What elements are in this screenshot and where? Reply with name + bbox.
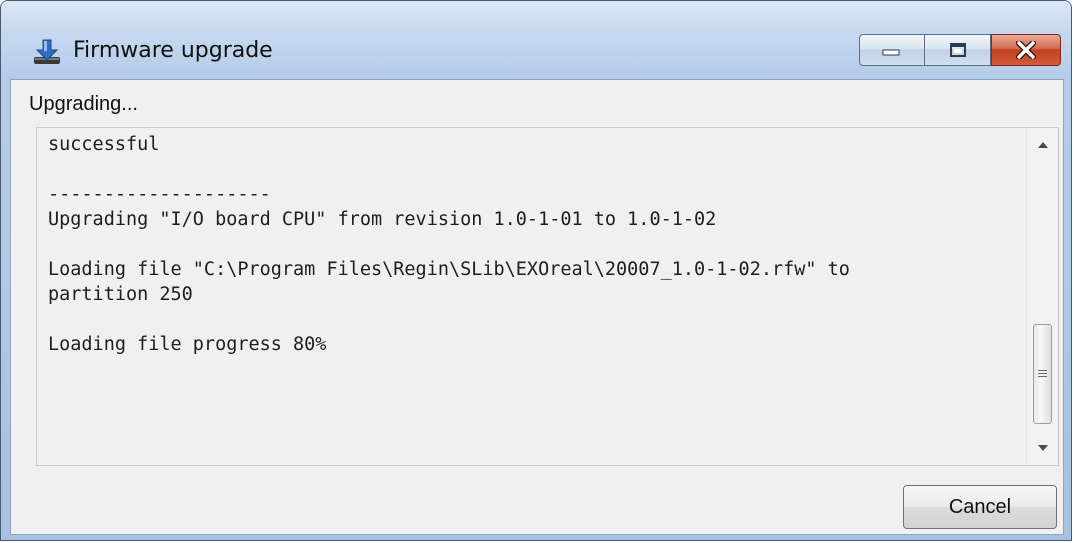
scroll-up-button[interactable]	[1027, 128, 1058, 162]
close-icon	[1016, 41, 1036, 59]
log-line: successful	[48, 134, 160, 155]
grip-icon	[1038, 370, 1047, 377]
cancel-button[interactable]: Cancel	[903, 485, 1057, 529]
log-line: Loading file progress 80%	[48, 334, 327, 355]
minimize-button[interactable]	[859, 34, 925, 66]
close-button[interactable]	[991, 34, 1061, 66]
log-output-box[interactable]: successful -------------------- Upgradin…	[36, 127, 1059, 466]
log-line: Upgrading "I/O board CPU" from revision …	[48, 209, 717, 230]
minimize-icon	[882, 49, 900, 56]
window-title: Firmware upgrade	[73, 38, 273, 63]
firmware-upgrade-window: Firmware upgrade Upgrading... successful…	[0, 0, 1072, 541]
scroll-down-button[interactable]	[1027, 431, 1058, 465]
log-line: --------------------	[48, 184, 271, 205]
scroll-thumb[interactable]	[1033, 324, 1052, 424]
restore-icon	[949, 43, 966, 57]
log-line: partition 250	[48, 284, 193, 305]
arrow-down-icon	[1037, 445, 1048, 451]
arrow-up-icon	[1037, 142, 1048, 148]
vertical-scrollbar[interactable]	[1026, 128, 1058, 465]
download-arrow-icon	[34, 39, 60, 64]
status-label: Upgrading...	[29, 93, 138, 115]
log-text: successful -------------------- Upgradin…	[48, 132, 1008, 357]
log-line: Loading file "C:\Program Files\Regin\SLi…	[48, 259, 850, 280]
title-bar[interactable]: Firmware upgrade	[1, 1, 1071, 79]
maximize-button[interactable]	[925, 34, 991, 66]
